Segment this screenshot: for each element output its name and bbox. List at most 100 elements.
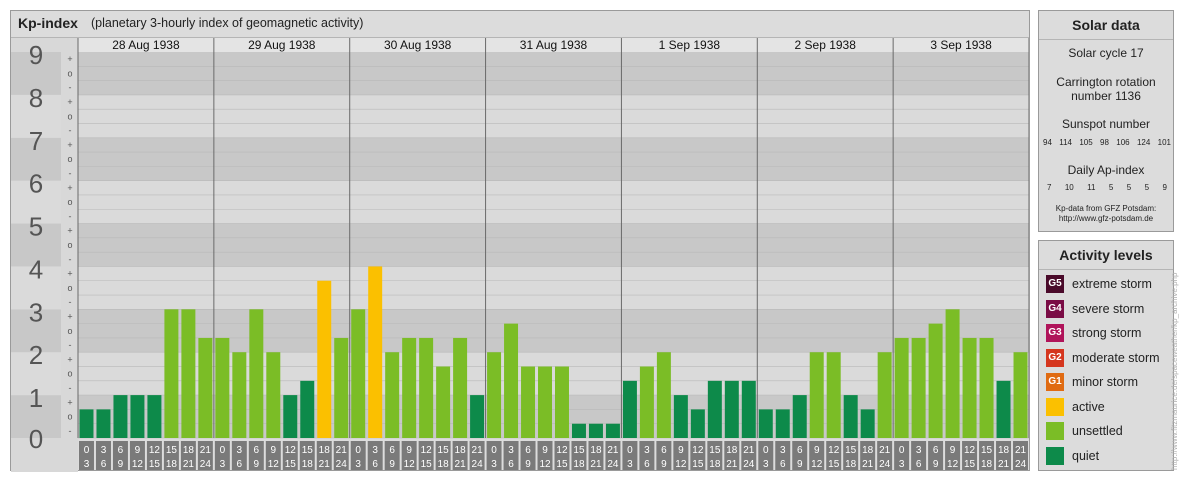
solar-cycle: Solar cycle 17 — [1068, 46, 1144, 60]
interval-start-label: 12 — [285, 445, 297, 456]
interval-end-label: 6 — [237, 459, 243, 470]
sunspot-title: Sunspot number — [1061, 117, 1151, 131]
sunspot-value-3: 98 — [1100, 138, 1109, 147]
ap-value-5: 5 — [1144, 183, 1150, 192]
y-tick-label: 7 — [29, 126, 43, 156]
kp-bar — [775, 409, 790, 438]
y-sub-label: - — [69, 83, 72, 93]
interval-start-label: 3 — [644, 445, 650, 456]
kp-bar — [181, 309, 196, 438]
activity-levels-panel: Activity levels G5 extreme storm G4 severe … — [1038, 240, 1174, 471]
y-sub-label: + — [67, 140, 72, 150]
interval-end-label: 9 — [389, 459, 395, 470]
y-sub-label: + — [67, 269, 72, 279]
interval-end-label: 3 — [220, 459, 226, 470]
kp-bar — [945, 309, 960, 438]
interval-end-label: 21 — [862, 459, 874, 470]
kp-bar — [504, 323, 519, 438]
interval-end-label: 12 — [268, 459, 280, 470]
y-sub-label: - — [69, 126, 72, 136]
interval-end-label: 15 — [421, 459, 433, 470]
plot-band — [78, 52, 1029, 95]
interval-start-label: 3 — [372, 445, 378, 456]
kp-bar — [843, 395, 858, 438]
interval-start-label: 12 — [828, 445, 840, 456]
interval-end-label: 24 — [879, 459, 891, 470]
interval-end-label: 24 — [1015, 459, 1027, 470]
interval-end-label: 12 — [811, 459, 823, 470]
interval-end-label: 21 — [183, 459, 195, 470]
sunspot-values: 94 114 105 98 106 124 101 — [1043, 138, 1171, 147]
interval-end-label: 9 — [797, 459, 803, 470]
y-sub-label: + — [67, 311, 72, 321]
interval-start-label: 6 — [661, 445, 667, 456]
kp-bar — [979, 337, 994, 438]
interval-end-label: 12 — [132, 459, 144, 470]
interval-start-label: 18 — [319, 445, 331, 456]
interval-start-label: 9 — [271, 445, 277, 456]
interval-start-label: 0 — [84, 445, 90, 456]
kp-bar — [96, 409, 111, 438]
watermark: http://www.fitzmaurice.de/spaceweather/k… — [1170, 272, 1179, 470]
interval-end-label: 12 — [675, 459, 687, 470]
kp-bar — [113, 395, 128, 438]
interval-end-label: 15 — [556, 459, 568, 470]
legend-label: active — [1072, 399, 1105, 414]
interval-end-label: 9 — [254, 459, 260, 470]
ap-value-3: 5 — [1108, 183, 1114, 192]
kp-bar — [317, 280, 332, 438]
legend-swatch: G3 — [1046, 324, 1064, 342]
interval-start-label: 18 — [455, 445, 467, 456]
interval-end-label: 6 — [780, 459, 786, 470]
interval-start-label: 21 — [607, 445, 619, 456]
interval-end-label: 3 — [627, 459, 633, 470]
kp-bar — [79, 409, 94, 438]
kp-bar — [351, 309, 366, 438]
day-label: 3 Sep 1938 — [930, 38, 992, 52]
y-sub-label: - — [69, 169, 72, 179]
kp-bar — [147, 395, 162, 438]
legend-item-unsettled: unsettled — [1046, 422, 1123, 440]
y-tick-label: 3 — [29, 297, 43, 327]
y-sub-label: o — [67, 68, 72, 78]
interval-start-label: 12 — [421, 445, 433, 456]
interval-start-label: 3 — [237, 445, 243, 456]
legend-label: quiet — [1072, 448, 1100, 463]
interval-end-label: 18 — [573, 459, 585, 470]
kp-index-panel: Kp-index (planetary 3-hourly index of ge… — [10, 10, 1030, 472]
kp-bar — [622, 380, 637, 438]
interval-end-label: 18 — [166, 459, 178, 470]
y-sub-label: + — [67, 397, 72, 407]
legend-item-quiet: quiet — [1046, 446, 1100, 465]
interval-end-label: 24 — [743, 459, 755, 470]
legend-item-strong-storm: G3 strong storm — [1046, 324, 1141, 342]
day-label: 31 Aug 1938 — [520, 38, 588, 52]
interval-end-label: 9 — [525, 459, 531, 470]
kp-bar — [605, 423, 620, 438]
kp-bar — [809, 352, 824, 438]
kp-bar — [419, 337, 434, 438]
kp-bar — [588, 423, 603, 438]
kp-bar — [266, 352, 281, 438]
y-sub-label: o — [67, 412, 72, 422]
y-sub-label: - — [69, 254, 72, 264]
interval-end-label: 21 — [455, 459, 467, 470]
solar-heading: Solar data — [1039, 11, 1173, 40]
kp-bar — [707, 380, 722, 438]
interval-start-label: 21 — [743, 445, 755, 456]
interval-start-label: 18 — [183, 445, 195, 456]
solar-data-panel: Solar data Solar cycle 17 Carrington rot… — [1038, 10, 1174, 232]
y-sub-label: o — [67, 111, 72, 121]
kp-bar — [571, 423, 586, 438]
legend-swatch: G2 — [1046, 348, 1064, 367]
legend-label: severe storm — [1072, 301, 1145, 316]
interval-start-label: 18 — [726, 445, 738, 456]
y-sub-label: - — [69, 383, 72, 393]
y-sub-label: - — [69, 426, 72, 436]
y-sub-label: o — [67, 197, 72, 207]
y-tick-label: 1 — [29, 383, 43, 413]
interval-start-label: 21 — [472, 445, 484, 456]
interval-start-label: 6 — [797, 445, 803, 456]
interval-start-label: 9 — [678, 445, 684, 456]
interval-start-label: 9 — [950, 445, 956, 456]
